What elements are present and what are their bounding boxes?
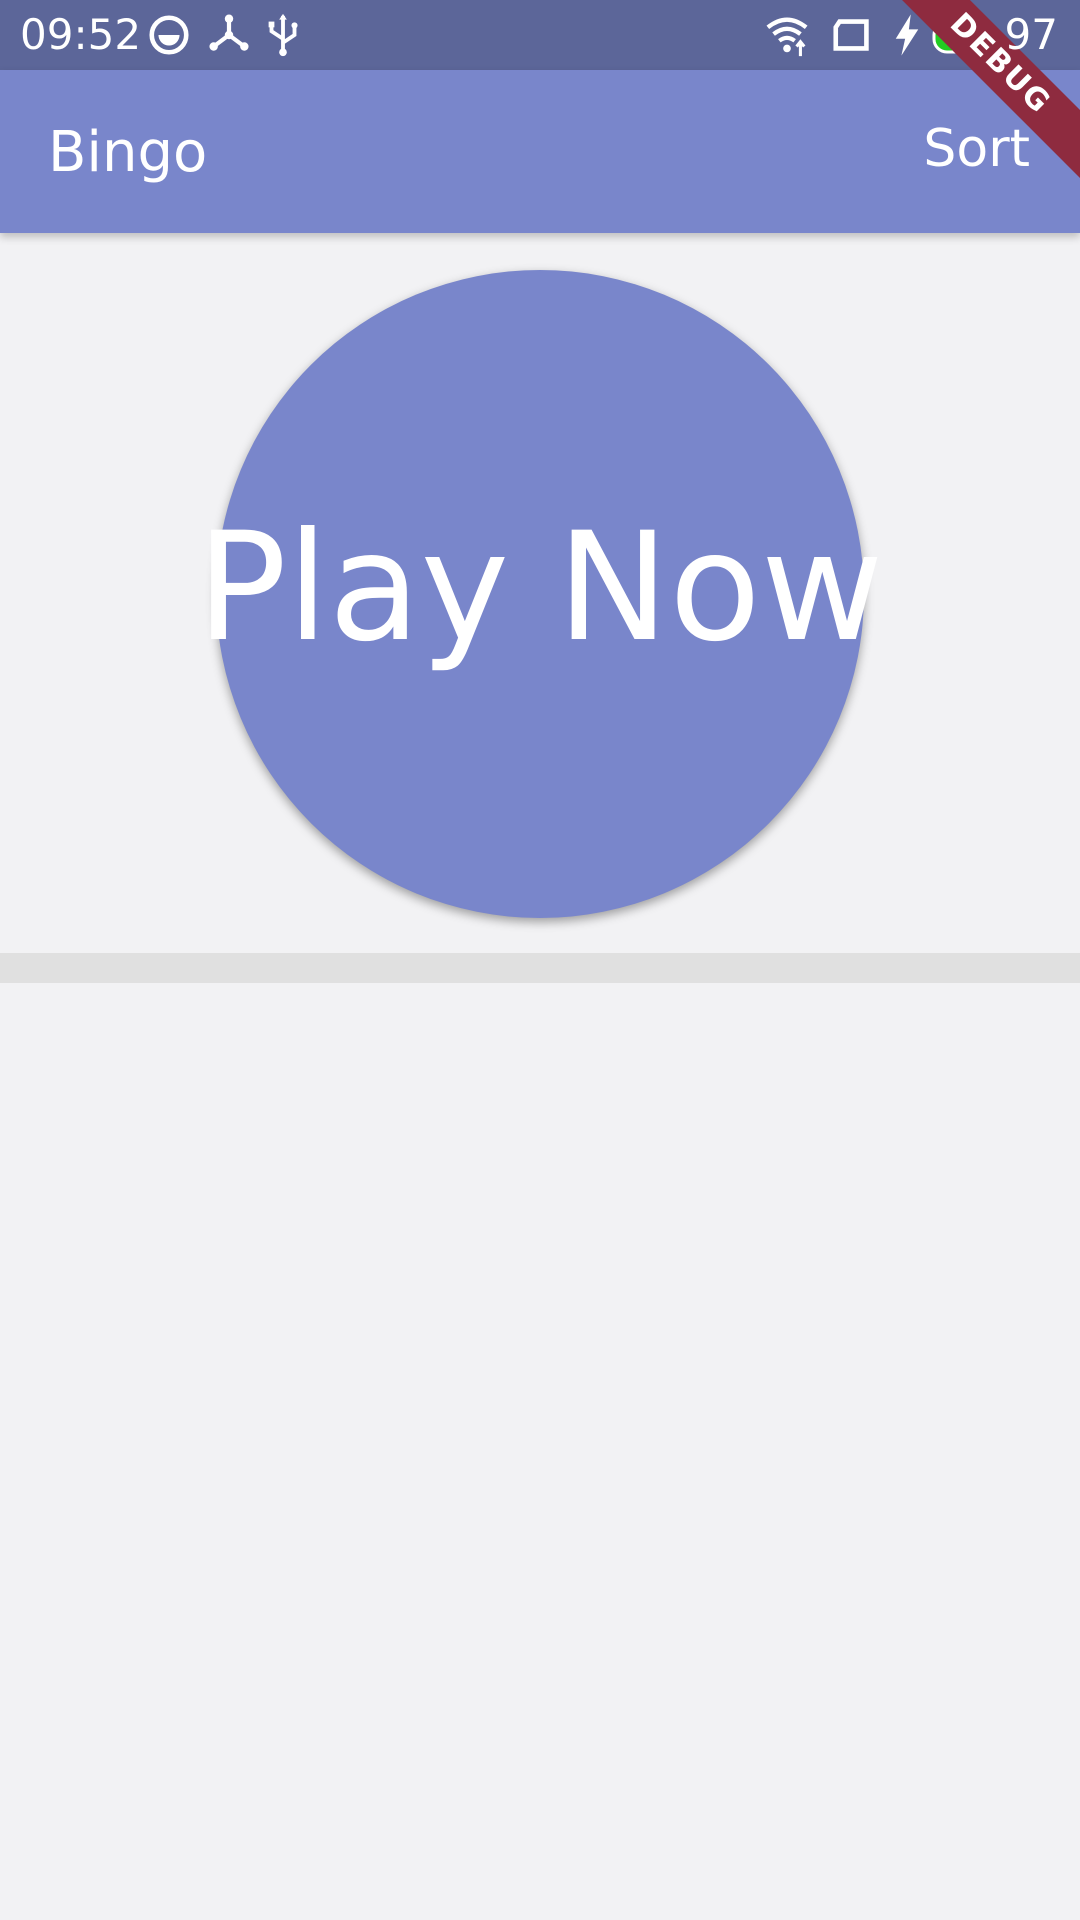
usb-icon [260,12,306,58]
play-now-label: Play Now [196,501,884,675]
charging-icon [892,12,922,58]
wifi-icon [762,12,812,58]
app-title: Bingo [48,120,208,185]
battery-level: 97 [1004,10,1058,59]
status-time: 09:52 [20,10,142,59]
battery-icon [932,20,1000,54]
sim-icon [830,12,876,58]
divider [0,953,1080,983]
play-now-button[interactable]: Play Now [196,270,884,918]
app-screen: 09:52 97 Bingo Sort DEBUG Play Now [0,0,1080,1920]
status-bar: 09:52 97 [0,0,1080,70]
face-icon [146,12,192,58]
hub-icon [206,12,252,58]
content-area [0,983,1080,1920]
sort-button[interactable]: Sort [919,116,1034,182]
app-bar: Bingo Sort [0,70,1080,233]
play-area: Play Now [0,233,1080,953]
